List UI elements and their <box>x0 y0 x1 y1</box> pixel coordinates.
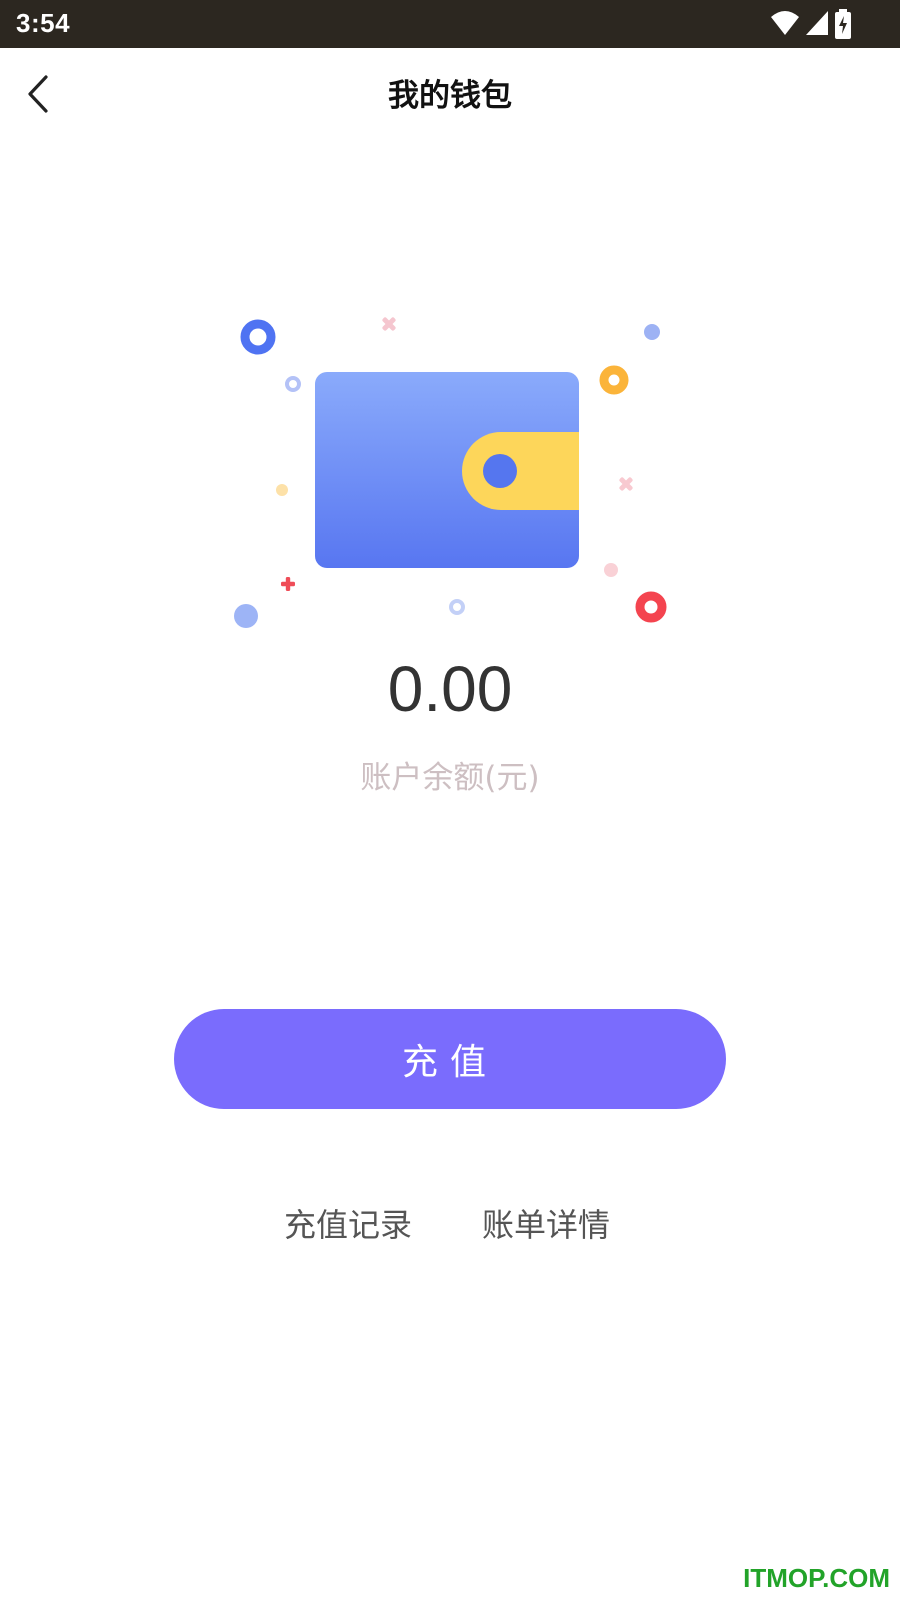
decor-ring-blue <box>240 319 276 355</box>
status-bar: 3:54 <box>0 0 900 48</box>
wallet-clasp-button <box>483 454 517 488</box>
wifi-icon <box>771 11 799 35</box>
status-time: 3:54 <box>16 8 71 38</box>
cellular-signal-icon <box>806 11 828 35</box>
decor-ring-small-blue <box>449 599 465 615</box>
decor-ring-orange <box>599 365 629 395</box>
decor-dot-pink <box>604 563 618 577</box>
recharge-records-link[interactable]: 充值记录 <box>284 1200 412 1246</box>
balance-amount: 0.00 <box>387 653 513 725</box>
watermark: ITMOP.COM <box>743 1563 890 1593</box>
recharge-button[interactable]: 充值 <box>174 1009 726 1109</box>
decor-dot-blue <box>644 324 660 340</box>
wallet-illustration <box>234 317 667 628</box>
bill-details-link[interactable]: 账单详情 <box>482 1200 610 1246</box>
decor-ring-lightblue <box>285 376 301 392</box>
decor-ring-red <box>635 591 667 623</box>
decor-cross-pink <box>382 317 396 331</box>
wallet-clasp <box>462 432 579 510</box>
decor-cross-red <box>281 577 295 591</box>
balance-label: 账户余额(元) <box>360 760 540 796</box>
battery-charging-icon <box>835 9 851 39</box>
decor-dot-yellow <box>276 484 288 496</box>
nav-bar: 我的钱包 <box>0 48 900 140</box>
decor-dot-lightblue <box>234 604 258 628</box>
decor-cross-pink-right <box>619 477 633 491</box>
page-title: 我的钱包 <box>388 78 512 114</box>
